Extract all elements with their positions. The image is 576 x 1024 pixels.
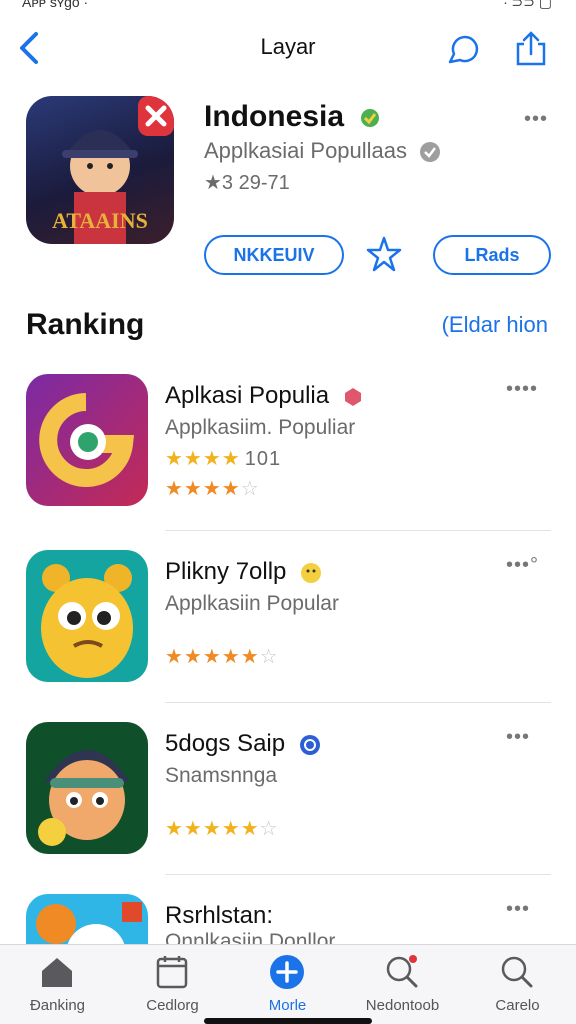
tab-category[interactable]: Cedlorg bbox=[115, 945, 230, 1024]
tab-label: Morle bbox=[268, 997, 307, 1014]
featured-app-subtitle: Applkasiai Popullaas bbox=[204, 138, 441, 164]
star-rating: ★★★★★☆ bbox=[165, 644, 279, 669]
star-icon: ★★★★ bbox=[165, 478, 241, 500]
app-store-page: Aᴘᴘ sʏgo · ∙ ⊃⊃ ▢ Layar ATAAINS Indonesi… bbox=[0, 0, 576, 1024]
app-icon bbox=[26, 374, 148, 506]
status-bar: Aᴘᴘ sʏgo · ∙ ⊃⊃ ▢ bbox=[0, 0, 576, 14]
get-button[interactable]: NKKEUIV bbox=[204, 235, 344, 275]
add-circle-icon bbox=[270, 955, 304, 989]
list-item[interactable]: Aplkasi Populia Applkasiim. Populiar ★★★… bbox=[0, 374, 576, 542]
featured-app-subtitle-text: Applkasiai Popullaas bbox=[204, 138, 408, 163]
featured-app-icon-text: ATAAINS bbox=[52, 208, 148, 233]
app-name-text: Rsrhlstan: bbox=[165, 902, 274, 929]
star-empty-icon: ☆ bbox=[240, 478, 260, 500]
star-empty-icon: ☆ bbox=[259, 818, 279, 840]
download-button[interactable]: LRads bbox=[433, 235, 551, 275]
app-name-text: 5dogs Saip bbox=[165, 730, 286, 757]
featured-app: ATAAINS Indonesia Applkasiai Popullaas ★… bbox=[0, 86, 576, 286]
star-rating-secondary: ★★★★☆ bbox=[165, 476, 260, 501]
app-icon bbox=[26, 722, 148, 854]
star-icon: ★★★★★ bbox=[165, 818, 260, 840]
tab-label: Ðanking bbox=[29, 997, 86, 1014]
app-subtitle: Snamsnnga bbox=[165, 764, 278, 787]
more-options-icon[interactable]: ••• bbox=[524, 108, 548, 131]
star-empty-icon: ☆ bbox=[259, 646, 279, 668]
more-options-icon[interactable]: •••° bbox=[506, 554, 539, 577]
app-subtitle: Applkasiim. Populiar bbox=[165, 416, 356, 439]
tab-label: Nedontoob bbox=[365, 997, 440, 1014]
featured-app-rating: ★3 29-71 bbox=[204, 172, 290, 194]
share-icon bbox=[516, 31, 546, 66]
list-item[interactable]: Plikny 7ollp Applkasiin Popular ★★★★★☆ •… bbox=[0, 550, 576, 718]
search-icon bbox=[501, 956, 533, 988]
app-name: Rsrhlstan: bbox=[165, 902, 273, 930]
app-subtitle: Onnlkasiin Donllor bbox=[165, 930, 336, 944]
chat-button[interactable] bbox=[444, 30, 482, 68]
info-badge-icon bbox=[420, 142, 441, 163]
more-options-icon[interactable]: ••• bbox=[506, 898, 530, 921]
tab-label: Cedlorg bbox=[146, 997, 199, 1014]
app-name: 5dogs Saip bbox=[165, 730, 322, 758]
status-right: ∙ ⊃⊃ ▢ bbox=[503, 0, 552, 10]
navigation-bar: Layar bbox=[0, 20, 576, 76]
app-icon bbox=[26, 894, 148, 944]
featured-app-title: Indonesia bbox=[204, 100, 382, 134]
verified-badge-icon bbox=[361, 109, 380, 128]
calendar-icon bbox=[156, 956, 188, 989]
app-logo-art bbox=[36, 902, 142, 944]
app-subtitle: Applkasiin Popular bbox=[165, 592, 339, 615]
share-button[interactable] bbox=[512, 30, 550, 68]
tab-more[interactable]: Morle bbox=[230, 945, 345, 1024]
tab-bar: Ðanking Cedlorg Morle Nedontoob Carelo bbox=[0, 944, 576, 1024]
app-name: Plikny 7ollp bbox=[165, 558, 323, 586]
app-logo-art bbox=[39, 393, 135, 487]
featured-app-icon[interactable]: ATAAINS bbox=[26, 96, 174, 244]
star-icon: ★★★★★ bbox=[165, 646, 260, 668]
emoji-badge-icon bbox=[301, 562, 322, 583]
verified-badge-icon bbox=[299, 734, 320, 755]
app-name-text: Plikny 7ollp bbox=[165, 558, 287, 585]
tab-notifications[interactable]: Nedontoob bbox=[345, 945, 460, 1024]
rating-count: 101 bbox=[244, 448, 282, 470]
app-icon bbox=[26, 550, 148, 682]
creature-character-art bbox=[41, 564, 133, 678]
pin-icon bbox=[366, 236, 402, 272]
star-rating: ★★★★ 101 bbox=[165, 446, 281, 471]
status-left: Aᴘᴘ sʏgo · bbox=[22, 0, 89, 10]
tab-label: Carelo bbox=[495, 997, 540, 1014]
home-indicator bbox=[204, 1018, 372, 1024]
search-notify-icon bbox=[386, 955, 418, 988]
page-title: Layar bbox=[260, 34, 316, 59]
explorer-character-art bbox=[38, 750, 130, 846]
divider bbox=[165, 702, 551, 703]
list-item[interactable]: Rsrhlstan: Onnlkasiin Donllor ••• bbox=[0, 894, 576, 944]
star-rating: ★★★★★☆ bbox=[165, 816, 279, 841]
gem-badge-icon bbox=[344, 387, 361, 406]
divider bbox=[165, 530, 551, 531]
see-all-link[interactable]: (Eldar hion bbox=[442, 312, 548, 338]
tab-search[interactable]: Carelo bbox=[460, 945, 575, 1024]
tab-ranking[interactable]: Ðanking bbox=[0, 945, 115, 1024]
more-options-icon[interactable]: •••• bbox=[506, 378, 538, 401]
star-icon: ★★★★ bbox=[165, 448, 241, 470]
app-name: Aplkasi Populia bbox=[165, 382, 364, 410]
home-icon bbox=[42, 958, 72, 987]
favorite-button[interactable] bbox=[364, 234, 404, 274]
section-title: Ranking bbox=[26, 308, 145, 341]
featured-app-title-text: Indonesia bbox=[204, 100, 345, 133]
app-name-text: Aplkasi Populia bbox=[165, 382, 330, 409]
more-options-icon[interactable]: ••• bbox=[506, 726, 530, 749]
divider bbox=[165, 874, 551, 875]
list-item[interactable]: 5dogs Saip Snamsnnga ★★★★★☆ ••• bbox=[0, 722, 576, 890]
chat-bubble-icon bbox=[448, 35, 479, 64]
